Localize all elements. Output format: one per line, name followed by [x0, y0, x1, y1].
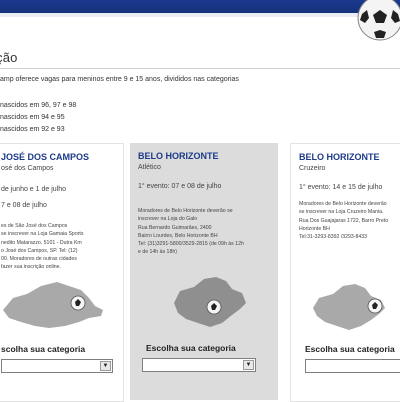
card-description: Moradores de Belo Horizonte deverão se i… [138, 207, 244, 257]
state-map-sao-paulo [3, 282, 103, 328]
event-card-cruzeiro: BELO HORIZONTE Cruzeiro 1° evento: 14 e … [290, 143, 400, 402]
category-select[interactable] [305, 359, 400, 373]
header-band [0, 17, 400, 24]
card-description: es de São José dos Campos se inscrever n… [1, 222, 83, 272]
event-card-atletico: BELO HORIZONTE Atlético 1° evento: 07 e … [130, 143, 278, 400]
choose-category-label: Escolha sua categoria [146, 343, 236, 353]
card-team: osé dos Campos [1, 165, 54, 172]
description-line: inscrever na Loja do Galo [138, 216, 198, 223]
page-title: ção [0, 50, 18, 65]
category-select[interactable]: ▼ [1, 359, 113, 373]
card-description: Moradores de Belo Horizonte deverão se i… [299, 200, 388, 241]
category-select[interactable]: ▼ [142, 358, 256, 372]
card-city: BELO HORIZONTE [299, 152, 380, 162]
choose-category-label: Escolha sua categoria [305, 344, 395, 354]
description-line: 00. Moradores de outras cidades [1, 256, 77, 263]
description-line: Moradores de Belo Horizonte deverão se [138, 208, 233, 214]
description-line: se inscrever na Loja Cruzeiro Mania. [299, 209, 384, 216]
description-line: es de São José dos Campos [1, 223, 68, 229]
card-event: 7 e 08 de julho [1, 202, 47, 209]
choose-category-label: scolha sua categoria [1, 344, 86, 354]
card-city: BELO HORIZONTE [138, 151, 219, 161]
chevron-down-icon[interactable]: ▼ [243, 360, 254, 370]
card-event: 1° evento: 07 e 08 de julho [138, 183, 222, 190]
card-event: de junho e 1 de julho [1, 186, 66, 193]
category-item: nascidos em 96, 97 e 98 [0, 102, 77, 109]
soccer-ball-icon [357, 0, 400, 41]
description-line: Rua Bernardo Guimarães, 2400 [138, 224, 212, 231]
description-line: se inscrever na Loja Gamaia Sports [1, 231, 84, 238]
event-card-sao-jose: JOSÉ DOS CAMPOS osé dos Campos de junho … [0, 143, 124, 402]
description-line: Moradores de Belo Horizonte deverão [299, 201, 387, 207]
card-team: Cruzeiro [299, 165, 326, 172]
description-line: Rua Dos Guajajaras 1722, Barro Preto [299, 217, 389, 224]
category-item: nascidos em 92 e 93 [0, 126, 65, 133]
description-line: Tel:31-3293-8392 /3293-8433 [299, 234, 368, 241]
description-line: Horizonte BH [299, 225, 330, 232]
category-item: nascidos em 94 e 95 [0, 114, 65, 121]
card-city: JOSÉ DOS CAMPOS [1, 152, 90, 162]
category-list: nascidos em 96, 97 e 98 nascidos em 94 e… [0, 100, 76, 136]
description-line: nedito Matarazzo, 5101 - Dutra Km [1, 239, 82, 246]
description-line: o José dos Campos, SP. Tel: (12) [1, 247, 78, 254]
intro-text: amp oferece vagas para meninos entre 9 e… [0, 76, 239, 83]
state-map-minas-gerais [174, 277, 246, 327]
description-line: e de 14h às 18h) [138, 249, 177, 256]
state-map-minas-gerais [313, 284, 385, 330]
header-bar [0, 0, 400, 24]
title-divider [0, 68, 400, 69]
chevron-down-icon[interactable]: ▼ [100, 361, 111, 371]
description-line: Bairro Lourdes, Belo Horizonte BH [138, 232, 218, 239]
description-line: Tel: (31)3291-5800/3529-2815 (de 09h às … [138, 241, 244, 248]
description-line: fazer sua inscrição online. [1, 264, 61, 271]
card-event: 1° evento: 14 e 15 de julho [299, 184, 383, 191]
card-team: Atlético [138, 164, 161, 171]
